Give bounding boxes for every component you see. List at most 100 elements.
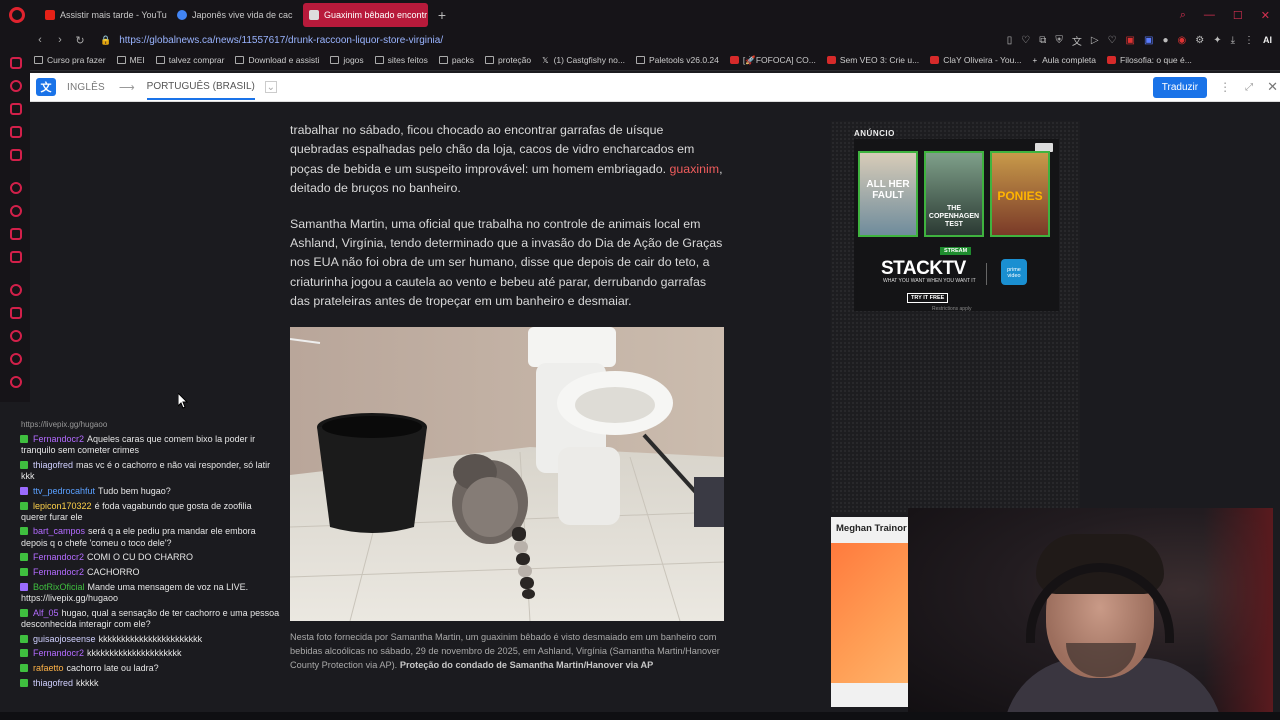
- close-window-button[interactable]: ✕: [1261, 9, 1270, 22]
- chat-text: Tudo bem hugao?: [98, 485, 171, 496]
- media-icon[interactable]: [10, 149, 22, 161]
- chat-username[interactable]: guisaojoseense: [33, 634, 96, 644]
- maximize-button[interactable]: ☐: [1233, 9, 1243, 22]
- heart-icon[interactable]: ♡: [1108, 35, 1117, 46]
- x-icon[interactable]: [10, 251, 22, 263]
- search-tabs-icon[interactable]: ⌕: [1180, 9, 1186, 22]
- folder-icon: [155, 56, 165, 64]
- bookmark-item[interactable]: [🚀FOFOCA] CO...: [729, 55, 816, 66]
- lock-icon[interactable]: 🔒: [100, 35, 111, 46]
- back-button[interactable]: ‹: [30, 34, 50, 46]
- new-tab-button[interactable]: +: [434, 7, 450, 23]
- menu-icon[interactable]: ⋮: [1244, 35, 1254, 46]
- chat-username[interactable]: Fernandocr2: [33, 567, 84, 577]
- more-options-icon[interactable]: ⋮: [1219, 80, 1231, 94]
- settings-icon[interactable]: [10, 376, 22, 388]
- download-icon[interactable]: ⤓: [1231, 35, 1235, 46]
- chat-username[interactable]: BotRixOficial: [33, 582, 85, 592]
- source-language[interactable]: INGLÊS: [67, 82, 105, 93]
- video-thumbnail[interactable]: [831, 543, 911, 683]
- telegram-icon[interactable]: [10, 228, 22, 240]
- folder-icon: [330, 56, 340, 64]
- chevron-down-icon[interactable]: ⌄: [264, 81, 277, 93]
- bookmark-item[interactable]: 𝕏 (1) Castgfishy no...: [542, 55, 625, 65]
- snapshot-icon[interactable]: ⧉: [1039, 35, 1046, 46]
- chat-username[interactable]: lepicon170322: [33, 501, 92, 511]
- forward-button[interactable]: ›: [50, 34, 70, 46]
- extension-red-icon[interactable]: ▣: [1126, 35, 1135, 46]
- bookmark-item[interactable]: sites feitos: [374, 55, 428, 65]
- chat-badge-icon: [20, 460, 28, 469]
- extensions-icon[interactable]: [10, 353, 22, 365]
- bookmark-item[interactable]: talvez comprar: [155, 55, 224, 65]
- twitch-icon[interactable]: [10, 182, 22, 194]
- url-field[interactable]: https://globalnews.ca/news/11557617/drun…: [119, 35, 443, 46]
- record-icon[interactable]: ●: [1162, 35, 1168, 46]
- chat-username[interactable]: thiagofred: [33, 678, 73, 688]
- chat-username[interactable]: Fernandocr2: [33, 434, 84, 444]
- article-link[interactable]: guaxinim: [670, 162, 720, 176]
- sidebar-toggle-icon[interactable]: ▯: [1007, 35, 1013, 46]
- close-icon[interactable]: ✕: [1267, 79, 1278, 95]
- bookmark-item[interactable]: + Aula completa: [1032, 55, 1096, 65]
- chat-badge-icon: [20, 678, 28, 687]
- chat-username[interactable]: Fernandocr2: [33, 552, 84, 562]
- chat-username[interactable]: Alf_05: [33, 608, 59, 618]
- ad-creative[interactable]: ALL HER FAULT THE COPENHAGEN TEST PONIES…: [854, 139, 1059, 312]
- bookmark-item[interactable]: proteção: [485, 55, 531, 65]
- browser-window: { "tabs": [ {"title": "Assistir mais tar…: [0, 0, 1280, 720]
- chat-message: thiagofred mas vc é o cachorro e não vai …: [0, 460, 280, 482]
- history-icon[interactable]: [10, 330, 22, 342]
- tab-japones[interactable]: Japonês vive vida de cac: [171, 3, 301, 27]
- close-tab-icon[interactable]: ✕: [427, 10, 428, 21]
- chat-message: Alf_05 hugao, qual a sensação de ter cach…: [0, 608, 280, 630]
- chat-username[interactable]: thiagofred: [33, 460, 73, 470]
- play-icon[interactable]: ▷: [1091, 35, 1099, 46]
- reload-button[interactable]: ↻: [70, 34, 90, 47]
- bookmark-item[interactable]: Sem VEO 3: Crie u...: [826, 55, 919, 65]
- chat-username[interactable]: ttv_pedrocahfut: [33, 486, 95, 496]
- pin-icon[interactable]: [10, 307, 22, 319]
- chat-badge-icon: [20, 634, 28, 643]
- extensions-icon[interactable]: ✦: [1213, 35, 1221, 46]
- paragraph-text: trabalhar no sábado, ficou chocado ao en…: [290, 123, 695, 176]
- bookmark-item[interactable]: jogos: [330, 55, 364, 65]
- ai-button[interactable]: AI: [1263, 35, 1272, 45]
- chat-badge-icon: [20, 501, 28, 510]
- opera-logo-icon[interactable]: [9, 7, 25, 23]
- folder-icon: [235, 56, 245, 64]
- chat-username[interactable]: Fernandocr2: [33, 648, 84, 658]
- tab-youtube[interactable]: Assistir mais tarde - YouTu: [39, 3, 169, 27]
- try-free-button[interactable]: TRY IT FREE: [907, 293, 949, 303]
- bookmark-icon[interactable]: ♡: [1021, 35, 1030, 46]
- video-widget[interactable]: Meghan Trainor: [831, 517, 911, 707]
- stream-chat-overlay: https://livepix.gg/hugaoo Fernandocr2 Aqu…: [0, 420, 290, 698]
- chat-username[interactable]: bart_campos: [33, 526, 85, 536]
- mail-icon[interactable]: [10, 57, 22, 69]
- bookmark-item[interactable]: Download e assisti: [235, 55, 319, 65]
- minimize-button[interactable]: —: [1204, 9, 1215, 22]
- bookmark-label: Filosofia: o que é...: [1120, 55, 1192, 65]
- bookmark-item[interactable]: ClaY Oliveira - You...: [930, 55, 1021, 65]
- expand-icon[interactable]: ⤢: [1245, 82, 1253, 93]
- bookmark-item[interactable]: packs: [438, 55, 474, 65]
- settings-icon[interactable]: ⚙: [1195, 35, 1204, 46]
- extension-circle-icon[interactable]: ◉: [1177, 35, 1186, 46]
- clock-icon[interactable]: [10, 284, 22, 296]
- chat-username[interactable]: rafaetto: [33, 663, 64, 673]
- translate-icon[interactable]: 文: [1072, 33, 1082, 48]
- whatsapp-icon[interactable]: [10, 205, 22, 217]
- bookmark-item[interactable]: Paletools v26.0.24: [635, 55, 719, 65]
- advertisement[interactable]: ANÚNCIO ALL HER FAULT THE COPENHAGEN TES…: [831, 121, 1080, 514]
- bookmark-item[interactable]: Curso pra fazer: [34, 55, 106, 65]
- bookmark-item[interactable]: MEI: [116, 55, 145, 65]
- history-icon[interactable]: [10, 80, 22, 92]
- user-icon[interactable]: [10, 103, 22, 115]
- translate-button[interactable]: Traduzir: [1152, 76, 1208, 98]
- tab-guaxinim[interactable]: Guaxinim bêbado encontr ✕: [303, 3, 428, 27]
- target-language[interactable]: PORTUGUÊS (BRASIL): [146, 75, 255, 100]
- messenger-icon[interactable]: [10, 126, 22, 138]
- shield-icon[interactable]: ⛨: [1055, 35, 1063, 46]
- extension-blue-icon[interactable]: ▣: [1144, 35, 1153, 46]
- bookmark-item[interactable]: Filosofia: o que é...: [1107, 55, 1192, 65]
